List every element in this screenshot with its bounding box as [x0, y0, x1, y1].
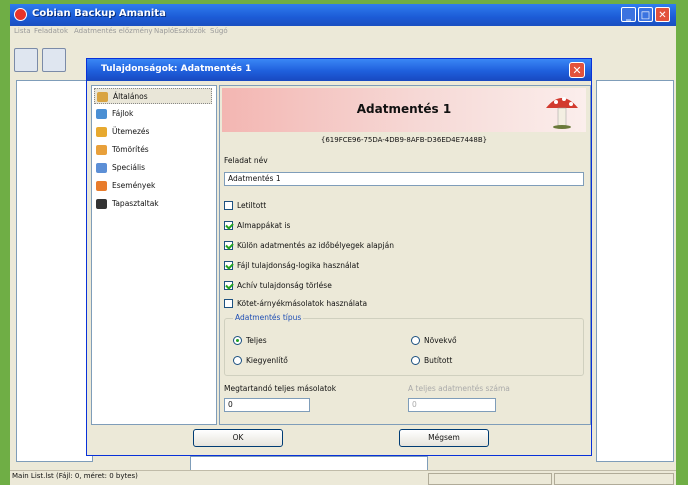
checkbox-subfolders-box[interactable] — [224, 221, 233, 230]
checkbox-clear-archive-box[interactable] — [224, 281, 233, 290]
menu-bar: Lista Feladatok Adatmentés előzmény Napl… — [10, 26, 676, 40]
nav-item-general[interactable]: Általános — [94, 88, 212, 104]
checkbox-timestamps-box[interactable] — [224, 241, 233, 250]
checkbox-shadow-copy[interactable]: Kötet-árnyékmásolatok használata — [224, 298, 384, 310]
radio-full-circle[interactable] — [233, 336, 242, 345]
close-button[interactable]: ✕ — [655, 7, 670, 22]
status-bar: Main List.lst (Fájl: 0, méret: 0 bytes) — [10, 470, 676, 485]
schedule-icon — [96, 127, 107, 137]
dialog-title-bar: Tulajdonságok: Adatmentés 1 ✕ — [87, 59, 591, 81]
task-name-label: Feladat név — [224, 156, 268, 165]
details-panel[interactable] — [596, 80, 674, 462]
archive-icon — [96, 145, 107, 155]
checkbox-shadow-copy-box[interactable] — [224, 299, 233, 308]
cancel-button[interactable]: Mégsem — [399, 429, 489, 447]
full-count-input: 0 — [408, 398, 496, 412]
task-list-panel[interactable] — [16, 80, 93, 462]
task-guid: {619FCE96-75DA-4DB9-8AFB-D36ED4E7448B} — [320, 136, 488, 144]
nav-item-schedule[interactable]: Ütemezés — [94, 124, 212, 140]
backup-type-group: Adatmentés típus Teljes Növekvő Kiegyenl… — [224, 313, 584, 376]
maximize-button[interactable]: □ — [638, 7, 653, 22]
menu-help[interactable]: Súgó — [210, 27, 228, 35]
events-icon — [96, 181, 107, 191]
checkbox-timestamps[interactable]: Külön adatmentés az időbélyegek alapján — [224, 240, 394, 252]
status-panel-1 — [428, 473, 552, 485]
nav-item-files[interactable]: Fájlok — [94, 106, 212, 122]
save-icon[interactable] — [42, 48, 66, 72]
status-panel-2 — [554, 473, 674, 485]
task-name-input[interactable]: Adatmentés 1 — [224, 172, 584, 186]
menu-tools[interactable]: Eszközök — [174, 27, 206, 35]
general-icon — [97, 92, 108, 102]
files-icon — [96, 109, 107, 119]
full-copies-label: Megtartandó teljes másolatok — [224, 384, 337, 393]
task-banner: Adatmentés 1 — [222, 88, 586, 132]
banner-title: Adatmentés 1 — [356, 102, 452, 116]
full-count-label: A teljes adatmentés száma — [408, 384, 510, 393]
radio-incremental-circle[interactable] — [411, 336, 420, 345]
nav-item-special[interactable]: Speciális — [94, 160, 212, 176]
dialog-nav: Általános Fájlok Ütemezés Tömörítés Spec… — [91, 85, 217, 425]
dialog-title: Tulajdonságok: Adatmentés 1 — [101, 64, 252, 74]
status-text: Main List.lst (Fájl: 0, méret: 0 bytes) — [12, 472, 138, 480]
save-list-icon[interactable] — [14, 48, 38, 72]
advanced-icon — [96, 199, 107, 209]
main-title-bar: Cobian Backup Amanita _ □ ✕ — [10, 4, 676, 26]
minimize-button[interactable]: _ — [621, 7, 636, 22]
checkbox-file-attribute[interactable]: Fájl tulajdonság-logika használat — [224, 260, 384, 272]
mushroom-icon — [546, 97, 578, 129]
app-title: Cobian Backup Amanita — [32, 8, 166, 19]
checkbox-disabled-box[interactable] — [224, 201, 233, 210]
radio-differential-circle[interactable] — [233, 356, 242, 365]
nav-item-advanced[interactable]: Tapasztaltak — [94, 196, 212, 212]
properties-dialog: Tulajdonságok: Adatmentés 1 ✕ Általános … — [86, 58, 592, 456]
backup-type-title: Adatmentés típus — [233, 313, 304, 322]
menu-log[interactable]: Napló — [154, 27, 174, 35]
ok-button[interactable]: OK — [193, 429, 283, 447]
dialog-close-button[interactable]: ✕ — [569, 62, 585, 78]
nav-item-events[interactable]: Események — [94, 178, 212, 194]
menu-feladatok[interactable]: Feladatok — [34, 27, 68, 35]
special-icon — [96, 163, 107, 173]
nav-item-archive[interactable]: Tömörítés — [94, 142, 212, 158]
app-logo-icon — [14, 8, 27, 21]
checkbox-subfolders[interactable]: Almappákat is — [224, 220, 384, 232]
radio-dummy-circle[interactable] — [411, 356, 420, 365]
menu-lista[interactable]: Lista — [14, 27, 31, 35]
checkbox-disabled[interactable]: Letiltott — [224, 200, 384, 212]
menu-history[interactable]: Adatmentés előzmény — [74, 27, 153, 35]
checkbox-file-attribute-box[interactable] — [224, 261, 233, 270]
checkbox-clear-archive[interactable]: Achív tulajdonság törlése — [224, 280, 384, 292]
full-copies-input[interactable]: 0 — [224, 398, 310, 412]
general-page: Adatmentés 1 {619FCE96-75DA-4DB9-8AFB-D3… — [219, 85, 591, 425]
